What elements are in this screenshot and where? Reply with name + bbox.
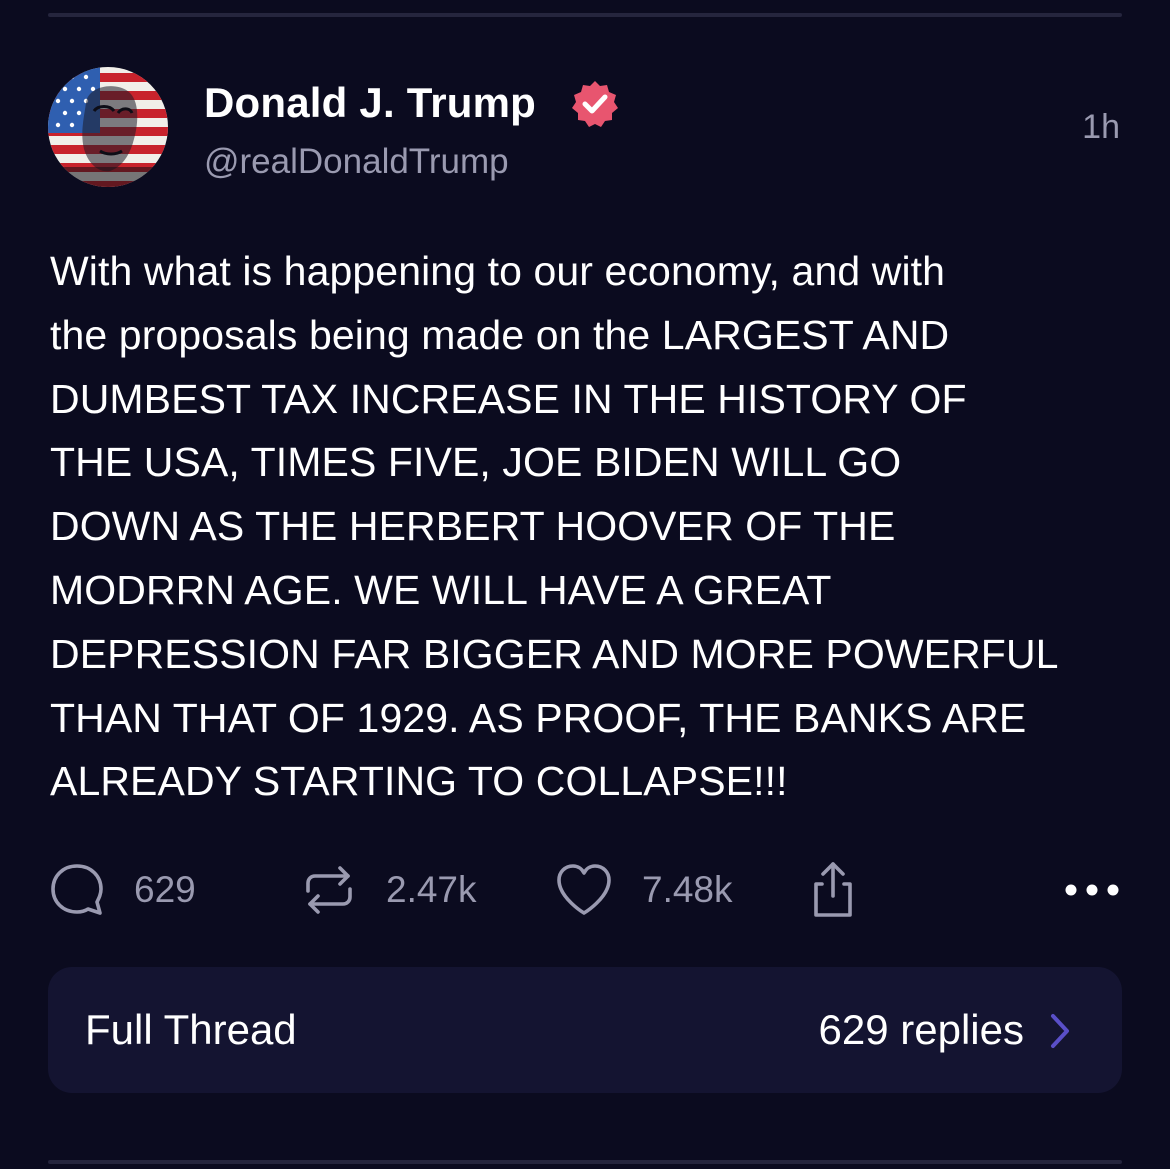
more-icon [1065, 884, 1119, 896]
author-display-name[interactable]: Donald J. Trump [204, 78, 536, 128]
comment-icon [51, 864, 103, 915]
repost-icon [306, 866, 352, 914]
reply-button[interactable]: 629 [48, 858, 196, 922]
thread-replies-count: 629 replies [818, 1006, 1024, 1053]
full-thread-label: Full Thread [85, 1006, 297, 1053]
like-count: 7.48k [642, 869, 733, 910]
post-text: With what is happening to our economy, a… [50, 248, 1059, 805]
more-options-button[interactable] [1062, 858, 1122, 922]
post-timestamp: 1h [1082, 108, 1120, 146]
repost-count: 2.47k [386, 869, 477, 910]
full-thread-card[interactable]: Full Thread 629 replies [48, 967, 1122, 1093]
top-divider [48, 13, 1122, 17]
like-button[interactable]: 7.48k [554, 858, 733, 922]
share-button[interactable] [804, 858, 862, 922]
post-actions-bar: 629 2.47k 7.48k [48, 858, 1122, 922]
heart-icon [557, 864, 611, 915]
author-handle[interactable]: @realDonaldTrump [204, 140, 509, 184]
chevron-right-icon [1051, 1014, 1069, 1048]
bottom-divider [48, 1160, 1122, 1164]
author-avatar[interactable] [48, 67, 168, 187]
share-icon [814, 862, 852, 917]
verified-badge-icon [572, 81, 618, 127]
repost-button[interactable]: 2.47k [300, 858, 477, 922]
reply-count: 629 [134, 869, 196, 910]
